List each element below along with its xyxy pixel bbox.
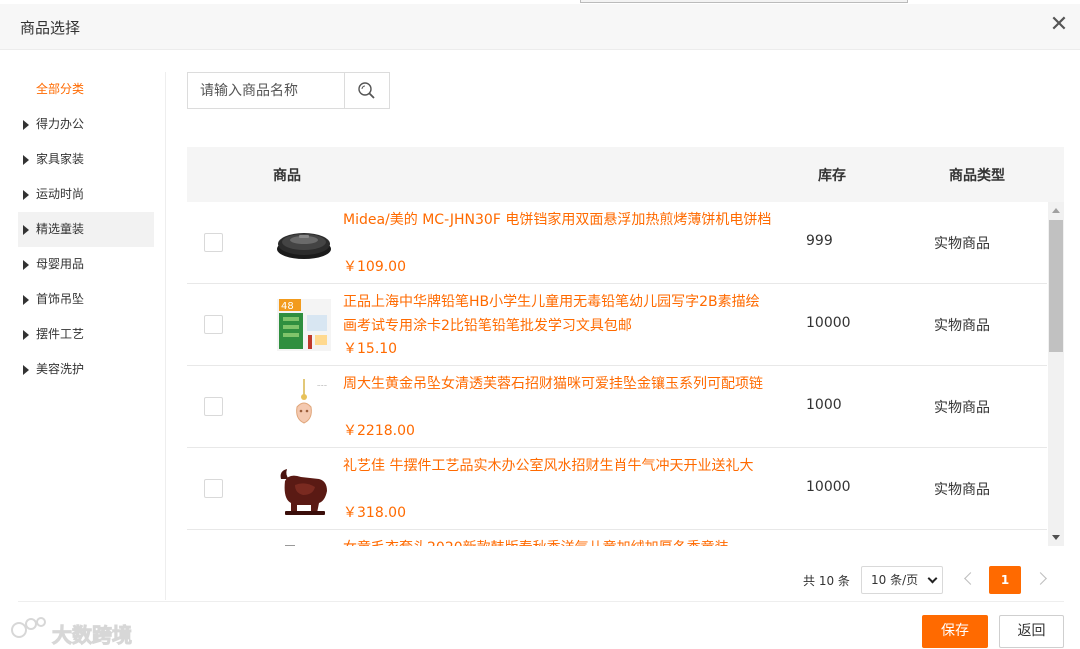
table-row: ~~~ 周大生黄金吊坠女清透芙蓉石招财猫咪可爱挂坠金镶玉系列可配项链 ￥2218…	[187, 366, 1047, 448]
background-input-edge	[580, 0, 908, 3]
category-item-beauty[interactable]: 美容洗护	[18, 352, 154, 387]
gold-pendant-image: ~~~	[275, 377, 333, 435]
scroll-down-arrow-icon[interactable]	[1052, 535, 1060, 540]
watermark-logo	[11, 617, 46, 638]
product-select-dialog: 商品选择 ✕ 全部分类 得力办公 家具家装 运动时尚 精选童装 母婴用品 首饰吊…	[0, 4, 1080, 649]
page-number-current[interactable]: 1	[989, 566, 1021, 594]
search-button[interactable]	[344, 73, 389, 108]
svg-text:~~~: ~~~	[317, 383, 327, 388]
row-checkbox[interactable]	[204, 315, 223, 334]
product-type: 实物商品	[934, 482, 990, 498]
search-input[interactable]	[188, 73, 345, 108]
caret-right-icon[interactable]	[23, 295, 29, 305]
product-stock: 1000	[806, 397, 842, 413]
search-icon	[358, 82, 375, 99]
prev-page-icon[interactable]	[964, 572, 977, 585]
category-label: 摆件工艺	[36, 327, 85, 341]
caret-right-icon[interactable]	[23, 365, 29, 375]
category-item-all[interactable]: 全部分类	[18, 72, 154, 107]
category-item-office[interactable]: 得力办公	[18, 107, 154, 142]
caret-right-icon[interactable]	[23, 120, 29, 130]
row-checkbox[interactable]	[204, 233, 223, 252]
category-label: 全部分类	[36, 82, 85, 96]
table-scrollbar[interactable]	[1048, 202, 1064, 546]
category-item-baby[interactable]: 母婴用品	[18, 247, 154, 282]
category-label: 家具家装	[36, 152, 85, 166]
dialog-title: 商品选择	[20, 19, 81, 37]
product-stock: 999	[806, 233, 833, 249]
product-name-link[interactable]: 礼艺佳 牛摆件工艺品实木办公室风水招财生肖牛气冲天开业送礼大	[343, 454, 783, 478]
table-header: 商品 库存 商品类型	[187, 147, 1064, 202]
category-item-sports[interactable]: 运动时尚	[18, 177, 154, 212]
category-item-furniture[interactable]: 家具家装	[18, 142, 154, 177]
page-size-select[interactable]: 10 条/页	[861, 566, 943, 594]
save-button[interactable]: 保存	[922, 615, 988, 648]
caret-right-icon[interactable]	[23, 260, 29, 270]
row-checkbox[interactable]	[204, 397, 223, 416]
table-row: 女童毛衣套头2020新款韩版春秋季洋气儿童加绒加厚冬季童装	[187, 530, 1047, 546]
table-row: 48 正品上海中华牌铅笔HB小学生儿童用无毒铅笔幼儿园写字2B素描绘画考试专用涂…	[187, 284, 1047, 366]
product-search	[187, 72, 390, 109]
next-page-icon[interactable]	[1034, 572, 1047, 585]
category-sidebar: 全部分类 得力办公 家具家装 运动时尚 精选童装 母婴用品 首饰吊坠 摆件工艺 …	[18, 72, 166, 600]
watermark-text: 大数跨境	[52, 623, 133, 648]
total-count: 共 10 条	[803, 574, 850, 588]
column-header-product: 商品	[273, 168, 301, 184]
category-label: 首饰吊坠	[36, 292, 85, 306]
product-price: ￥15.10	[343, 341, 398, 357]
product-stock: 10000	[806, 479, 851, 495]
svg-text:48: 48	[281, 301, 294, 312]
category-item-crafts[interactable]: 摆件工艺	[18, 317, 154, 352]
category-label: 母婴用品	[36, 257, 85, 271]
caret-right-icon[interactable]	[23, 330, 29, 340]
page-size-value: 10 条/页	[871, 573, 919, 587]
pagination: 共 10 条 10 条/页 1	[0, 566, 1080, 596]
scrollbar-thumb[interactable]	[1049, 220, 1063, 352]
wooden-ox-image	[280, 469, 327, 515]
chevron-down-icon	[927, 573, 938, 584]
dialog-header: 商品选择 ✕	[0, 4, 1080, 50]
category-label: 精选童装	[36, 222, 85, 236]
category-label: 得力办公	[36, 117, 85, 131]
product-type: 实物商品	[934, 318, 990, 334]
product-name-link[interactable]: 女童毛衣套头2020新款韩版春秋季洋气儿童加绒加厚冬季童装	[343, 536, 783, 546]
electric-griddle-image	[277, 233, 331, 259]
category-label: 美容洗护	[36, 362, 85, 376]
caret-right-icon[interactable]	[23, 190, 29, 200]
product-type: 实物商品	[934, 400, 990, 416]
row-checkbox[interactable]	[204, 479, 223, 498]
footer-divider	[18, 601, 1064, 602]
pencil-box-image: 48	[277, 299, 331, 351]
product-price: ￥318.00	[343, 505, 406, 521]
table-row: 礼艺佳 牛摆件工艺品实木办公室风水招财生肖牛气冲天开业送礼大 ￥318.00 1…	[187, 448, 1047, 530]
product-name-link[interactable]: 周大生黄金吊坠女清透芙蓉石招财猫咪可爱挂坠金镶玉系列可配项链	[343, 372, 783, 396]
close-icon[interactable]: ✕	[1048, 14, 1070, 36]
caret-right-icon[interactable]	[23, 155, 29, 165]
product-price: ￥109.00	[343, 259, 406, 275]
product-price: ￥2218.00	[343, 423, 415, 439]
column-header-type: 商品类型	[949, 168, 1005, 184]
column-header-stock: 库存	[818, 168, 846, 184]
caret-right-icon[interactable]	[23, 225, 29, 235]
category-item-kids-clothing[interactable]: 精选童装	[18, 212, 154, 247]
category-item-jewelry[interactable]: 首饰吊坠	[18, 282, 154, 317]
back-button[interactable]: 返回	[999, 615, 1064, 648]
product-name-link[interactable]: 正品上海中华牌铅笔HB小学生儿童用无毒铅笔幼儿园写字2B素描绘画考试专用涂卡2比…	[343, 290, 773, 338]
product-table-body: Midea/美的 MC-JHN30F 电饼铛家用双面悬浮加热煎烤薄饼机电饼档 ￥…	[187, 202, 1064, 546]
watermark: 大数跨境	[10, 616, 133, 648]
product-name-link[interactable]: Midea/美的 MC-JHN30F 电饼铛家用双面悬浮加热煎烤薄饼机电饼档	[343, 208, 783, 232]
category-label: 运动时尚	[36, 187, 85, 201]
scroll-up-arrow-icon[interactable]	[1052, 208, 1060, 213]
product-type: 实物商品	[934, 236, 990, 252]
product-stock: 10000	[806, 315, 851, 331]
sweater-image	[285, 545, 295, 546]
table-row: Midea/美的 MC-JHN30F 电饼铛家用双面悬浮加热煎烤薄饼机电饼档 ￥…	[187, 202, 1047, 284]
